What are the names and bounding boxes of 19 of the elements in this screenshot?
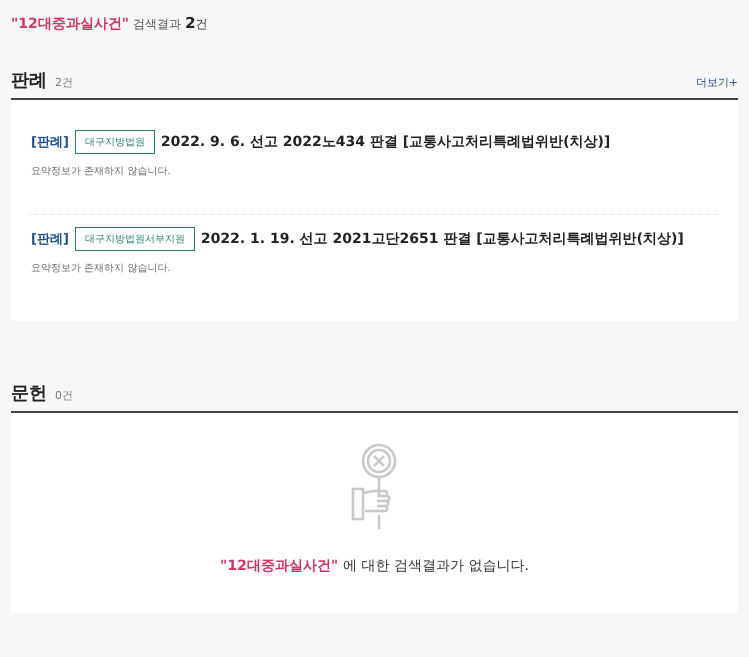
search-query: "12대중과실사건" xyxy=(11,15,130,33)
case-title-link[interactable]: 2022. 9. 6. 선고 2022노434 판결 [교통사고처리특례법위반(치상)] xyxy=(160,133,610,151)
case-summary: 요약정보가 존재하지 않습니다. xyxy=(31,165,171,178)
case-type: [판례] xyxy=(31,134,69,151)
section-title: 판례 xyxy=(11,69,47,92)
section-title: 문헌 xyxy=(11,382,47,405)
section-count: 0건 xyxy=(55,388,73,403)
section-count: 2건 xyxy=(55,75,73,90)
result-label: 검색결과 xyxy=(133,16,182,33)
search-query: "12대중과실사건" xyxy=(220,557,338,575)
more-link[interactable]: 더보기+ xyxy=(696,75,738,90)
case-summary: 요약정보가 존재하지 않습니다. xyxy=(31,262,171,275)
no-result-icon xyxy=(350,443,398,531)
result-count: 2건 xyxy=(185,14,208,33)
case-type: [판례] xyxy=(31,231,69,248)
court-tag: 대구지방법원 xyxy=(74,130,155,154)
case-title-link[interactable]: 2022. 1. 19. 선고 2021고단2651 판결 [교통사고처리특례법위반(치상)] xyxy=(200,230,684,248)
no-result-message: 에 대한 검색결과가 없습니다. xyxy=(343,557,529,575)
court-tag: 대구지방법원서부지원 xyxy=(74,227,195,251)
